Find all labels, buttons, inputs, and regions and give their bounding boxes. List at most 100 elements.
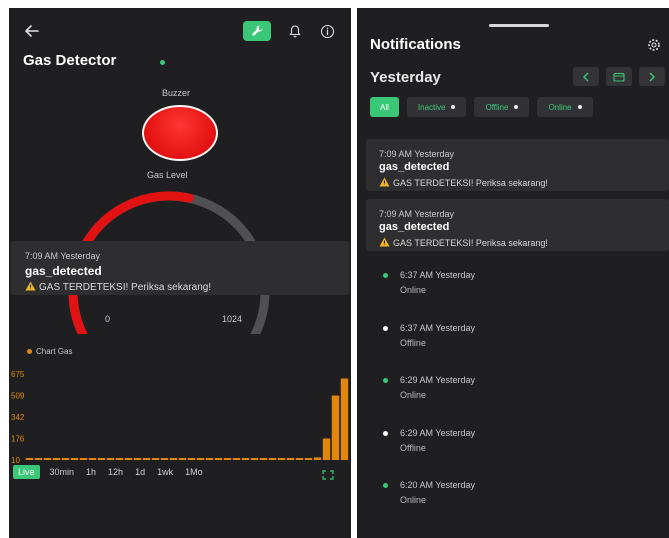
gas-chart: 675 509 342 176 10: [11, 370, 349, 465]
notifications-screen: Notifications Yesterday All Inactive Offli…: [357, 8, 669, 538]
device-title: Gas Detector: [23, 52, 117, 69]
chart-bar: [340, 378, 349, 460]
card-title: gas_detected: [379, 161, 450, 173]
event-item[interactable]: 6:29 AM Yesterday Offline: [383, 427, 643, 457]
chart-legend-label: Chart Gas: [36, 347, 73, 356]
event-status-dot: [383, 378, 388, 383]
buzzer-label: Buzzer: [162, 88, 191, 98]
range-live[interactable]: Live: [13, 465, 40, 479]
chart-bar: [79, 458, 88, 460]
chart-bar: [70, 458, 79, 460]
notification-filters: All Inactive Offline Online: [370, 97, 593, 117]
wrench-icon[interactable]: [243, 21, 271, 41]
alert-card[interactable]: 7:09 AM Yesterday gas_detected GAS TERDETE…: [366, 199, 669, 251]
event-status-dot: [383, 273, 388, 278]
chart-bar: [187, 458, 196, 460]
gauge-max-label: 1024: [222, 314, 243, 324]
event-status: Offline: [400, 337, 426, 348]
chart-bar: [322, 438, 331, 460]
chart-bar: [295, 458, 304, 460]
info-icon[interactable]: [317, 21, 337, 41]
card-message-row: GAS TERDETEKSI! Periksa sekarang!: [379, 177, 548, 188]
event-item[interactable]: 6:20 AM Yesterday Online: [383, 479, 643, 509]
filter-chip-label: Offline: [485, 102, 509, 112]
event-status-dot: [383, 325, 388, 331]
chart-bar: [250, 458, 259, 460]
event-status-dot: [383, 483, 388, 488]
filter-chip-dot: [577, 105, 582, 109]
chart-bar: [43, 458, 52, 460]
card-message: GAS TERDETEKSI! Periksa sekarang!: [393, 178, 548, 188]
chart-bar: [232, 458, 241, 460]
sheet-drag-handle[interactable]: [489, 24, 549, 27]
chart-bar: [97, 458, 106, 460]
chart-bar: [214, 458, 223, 460]
alert-card[interactable]: 7:09 AM Yesterday gas_detected GAS TERDETE…: [366, 139, 669, 191]
toast-title: gas_detected: [25, 264, 102, 278]
event-item[interactable]: 6:29 AM Yesterday Online: [383, 374, 643, 404]
event-status: Online: [400, 495, 427, 505]
chart-bar: [169, 458, 178, 460]
chevron-right-icon: [649, 72, 655, 81]
y-tick-label: 675: [11, 370, 25, 379]
gas-alert-toast[interactable]: 7:09 AM Yesterday gas_detected GAS TERDE…: [11, 241, 349, 295]
event-time: 6:37 AM Yesterday: [400, 322, 476, 333]
previous-day-button[interactable]: [573, 67, 599, 86]
y-tick-label: 176: [11, 435, 25, 444]
chart-bar: [268, 458, 277, 460]
gear-icon[interactable]: [647, 38, 661, 52]
event-time: 6:37 AM Yesterday: [400, 270, 476, 280]
event-item[interactable]: 6:37 AM Yesterday Online: [383, 269, 643, 299]
range-12h[interactable]: 12h: [102, 465, 129, 479]
chart-bar: [61, 458, 70, 460]
filter-chip-offline[interactable]: Offline: [474, 97, 530, 117]
chevron-left-icon: [583, 72, 589, 81]
notifications-title: Notifications: [370, 36, 461, 53]
event-time: 6:29 AM Yesterday: [400, 375, 476, 385]
event-status: Offline: [400, 442, 426, 453]
filter-chip-dot: [514, 105, 519, 109]
range-1wk[interactable]: 1wk: [151, 465, 179, 479]
event-time: 6:29 AM Yesterday: [400, 427, 476, 438]
filter-chip-all[interactable]: All: [370, 97, 399, 117]
event-status: Online: [400, 285, 427, 295]
chart-bar: [160, 458, 169, 460]
chart-bar: [133, 458, 142, 460]
buzzer-indicator: [142, 105, 218, 161]
chart-bar: [106, 458, 115, 460]
chart-bar: [277, 458, 286, 460]
expand-icon[interactable]: [322, 467, 334, 480]
filter-chip-label: Inactive: [417, 102, 446, 112]
filter-chip-inactive[interactable]: Inactive: [406, 97, 467, 117]
calendar-button[interactable]: [606, 67, 632, 86]
toast-message-row: GAS TERDETEKSI! Periksa sekarang!: [25, 281, 211, 293]
gas-level-label: Gas Level: [147, 170, 188, 180]
filter-chip-online[interactable]: Online: [537, 97, 593, 117]
chart-bar: [286, 458, 295, 460]
arrow-left-icon[interactable]: [23, 22, 41, 40]
event-item[interactable]: 6:37 AM Yesterday Offline: [383, 322, 643, 352]
chart-bar: [196, 458, 205, 460]
card-title: gas_detected: [379, 221, 450, 233]
filter-chip-label: All: [380, 102, 389, 112]
next-day-button[interactable]: [639, 67, 665, 86]
chart-bar: [115, 458, 124, 460]
range-1h[interactable]: 1h: [80, 465, 102, 479]
chart-bar: [52, 458, 61, 460]
toast-time: 7:09 AM Yesterday: [25, 251, 101, 261]
filter-chip-label: Online: [548, 102, 572, 112]
chart-bar: [304, 458, 313, 460]
bell-icon[interactable]: [285, 21, 305, 41]
chart-bar: [124, 458, 133, 460]
event-status: Online: [400, 390, 427, 400]
range-1mo[interactable]: 1Mo: [179, 465, 209, 479]
range-30min[interactable]: 30min: [44, 465, 81, 479]
event-status-dot: [383, 430, 388, 436]
chart-bar: [241, 458, 250, 460]
chart-bar: [142, 458, 151, 460]
warning-icon: [25, 281, 36, 291]
time-range-selector: Live 30min 1h 12h 1d 1wk 1Mo: [13, 465, 209, 479]
y-tick-label: 509: [11, 391, 25, 400]
range-1d[interactable]: 1d: [129, 465, 151, 479]
chart-bar: [25, 458, 34, 460]
